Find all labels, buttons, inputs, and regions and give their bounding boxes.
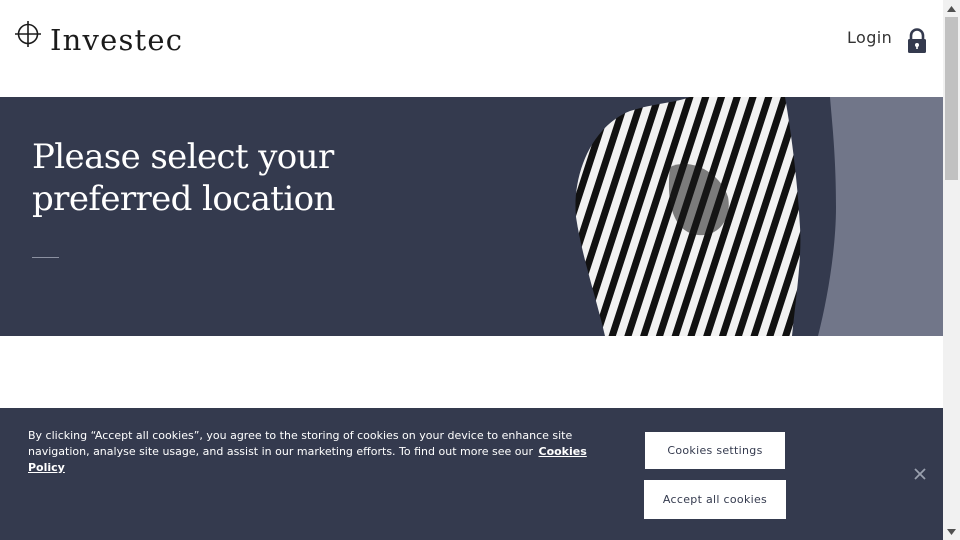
logo-text: Investec xyxy=(50,23,184,57)
close-icon[interactable] xyxy=(912,466,928,482)
investec-logo[interactable]: Investec xyxy=(14,20,183,55)
cookies-settings-button[interactable]: Cookies settings xyxy=(645,432,785,469)
page-scrollbar[interactable] xyxy=(943,0,960,540)
site-header: Investec Login xyxy=(0,0,943,97)
scrollbar-thumb[interactable] xyxy=(945,17,958,180)
zebra-image xyxy=(575,97,943,336)
accept-all-cookies-button[interactable]: Accept all cookies xyxy=(644,480,786,519)
lock-icon[interactable] xyxy=(906,28,928,54)
page-title: Please select your preferred location xyxy=(32,136,392,220)
crosshair-logo-icon xyxy=(14,20,42,48)
page-title-line-1: Please select your xyxy=(32,137,334,177)
login-link[interactable]: Login xyxy=(847,28,892,47)
scroll-down-arrow-icon[interactable] xyxy=(943,523,960,540)
cookie-message: By clicking “Accept all cookies”, you ag… xyxy=(28,429,573,458)
page-title-line-2: preferred location xyxy=(32,179,335,219)
cookie-banner: By clicking “Accept all cookies”, you ag… xyxy=(0,408,943,540)
scroll-up-arrow-icon[interactable] xyxy=(943,0,960,17)
hero-divider xyxy=(32,257,59,258)
hero-banner: Please select your preferred location xyxy=(0,97,943,336)
cookie-text: By clicking “Accept all cookies”, you ag… xyxy=(28,428,603,476)
